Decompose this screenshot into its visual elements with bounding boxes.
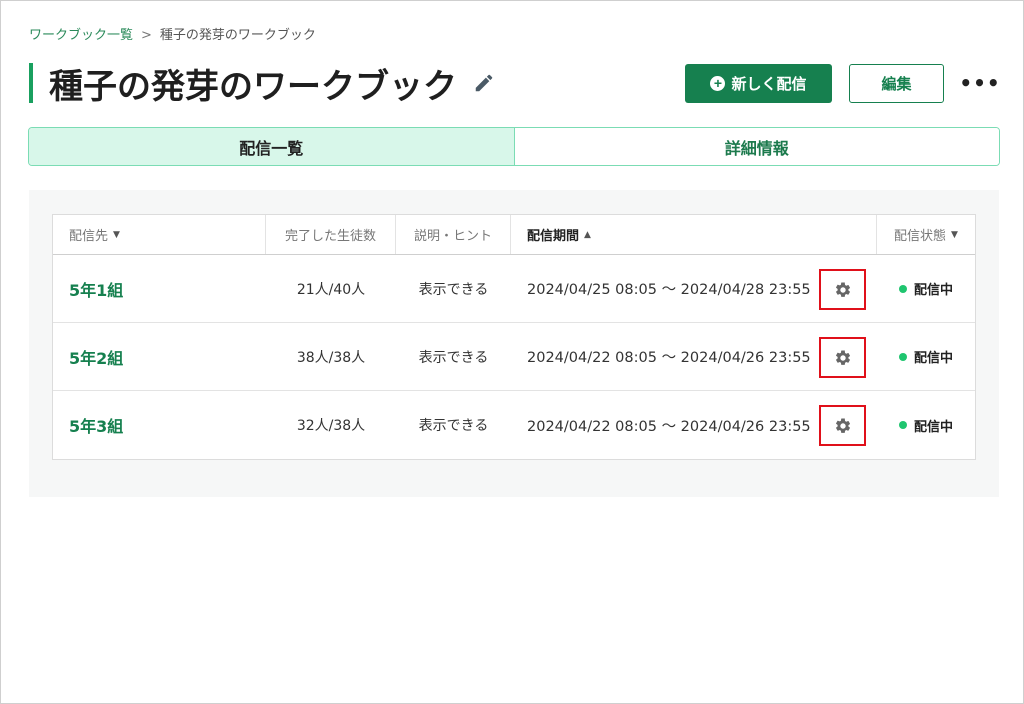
gear-icon[interactable] bbox=[819, 269, 866, 310]
delivery-period-text: 2024/04/25 08:05 〜 2024/04/28 23:55 bbox=[527, 282, 811, 298]
page-title: 種子の発芽のワークブック bbox=[49, 66, 457, 107]
edit-button[interactable]: 編集 bbox=[849, 64, 944, 103]
status-badge: 配信中 bbox=[913, 351, 953, 366]
caret-up-icon: ▲ bbox=[584, 229, 591, 240]
delivery-period-text: 2024/04/22 08:05 〜 2024/04/26 23:55 bbox=[527, 418, 811, 435]
more-dots-icon[interactable]: ••• bbox=[959, 71, 999, 95]
table-row: 5年3組 32人/38人 表示できる 2024/04/22 08:05 〜 20… bbox=[53, 391, 975, 459]
completed-count: 38人/38人 bbox=[296, 349, 366, 366]
table-row: 5年1組 21人/40人 表示できる 2024/04/25 08:05 〜 20… bbox=[53, 255, 975, 323]
delivery-panel: 配信先 ▼ 完了した生徒数 説明・ヒント 配信期間 ▲ 配信状態 ▼ 5年1組 21人… bbox=[29, 190, 999, 497]
breadcrumb-current: 種子の発芽のワークブック bbox=[159, 28, 316, 43]
caret-down-icon: ▼ bbox=[951, 229, 958, 240]
class-link[interactable]: 5年1組 bbox=[53, 255, 266, 322]
delivery-table: 配信先 ▼ 完了した生徒数 説明・ヒント 配信期間 ▲ 配信状態 ▼ 5年1組 21人… bbox=[52, 214, 976, 460]
status-badge: 配信中 bbox=[913, 283, 953, 298]
delivery-period-text: 2024/04/22 08:05 〜 2024/04/26 23:55 bbox=[527, 350, 811, 366]
completed-count: 32人/38人 bbox=[296, 418, 366, 434]
status-badge: 配信中 bbox=[913, 419, 953, 435]
delivery-period: 2024/04/22 08:05 〜 2024/04/26 23:55 bbox=[511, 323, 877, 390]
column-header-status[interactable]: 配信状態 ▼ bbox=[877, 215, 975, 254]
completed-count: 21人/40人 bbox=[296, 281, 366, 298]
tab-bar: 配信一覧 詳細情報 bbox=[28, 127, 1000, 166]
breadcrumb-workbook-list[interactable]: ワークブック一覧 bbox=[29, 28, 133, 43]
caret-down-icon: ▼ bbox=[113, 229, 120, 240]
page-frame: ワークブック一覧 > 種子の発芽のワークブック 種子の発芽のワークブック + 新しく… bbox=[0, 0, 1024, 704]
column-header-period[interactable]: 配信期間 ▲ bbox=[511, 215, 877, 254]
table-row: 5年2組 38人/38人 表示できる 2024/04/22 08:05 〜 20… bbox=[53, 323, 975, 391]
title-bar: 種子の発芽のワークブック bbox=[29, 63, 497, 107]
delivery-status: 配信中 bbox=[877, 255, 975, 322]
table-header: 配信先 ▼ 完了した生徒数 説明・ヒント 配信期間 ▲ 配信状態 ▼ bbox=[53, 215, 975, 255]
plus-circle-icon: + bbox=[710, 76, 726, 91]
breadcrumb: ワークブック一覧 > 種子の発芽のワークブック bbox=[29, 24, 316, 43]
column-header-hint: 説明・ヒント bbox=[396, 215, 511, 254]
gear-icon[interactable] bbox=[819, 337, 866, 378]
class-link[interactable]: 5年3組 bbox=[53, 391, 266, 459]
breadcrumb-separator: > bbox=[141, 28, 152, 43]
tab-delivery-list[interactable]: 配信一覧 bbox=[29, 128, 514, 165]
column-header-target[interactable]: 配信先 ▼ bbox=[53, 215, 266, 254]
new-delivery-button[interactable]: + 新しく配信 bbox=[685, 64, 832, 103]
hint-setting: 表示できる bbox=[418, 281, 489, 298]
status-dot bbox=[898, 352, 907, 361]
delivery-status: 配信中 bbox=[877, 391, 975, 459]
hint-setting: 表示できる bbox=[418, 349, 489, 366]
status-dot bbox=[898, 284, 907, 293]
pencil-icon[interactable] bbox=[473, 71, 497, 95]
class-link[interactable]: 5年2組 bbox=[53, 323, 266, 390]
tab-details[interactable]: 詳細情報 bbox=[513, 128, 999, 165]
delivery-status: 配信中 bbox=[877, 323, 975, 390]
new-delivery-label: 新しく配信 bbox=[731, 76, 807, 93]
delivery-period: 2024/04/25 08:05 〜 2024/04/28 23:55 bbox=[511, 255, 877, 322]
delivery-period: 2024/04/22 08:05 〜 2024/04/26 23:55 bbox=[511, 391, 877, 459]
title-accent-bar bbox=[29, 63, 33, 103]
hint-setting: 表示できる bbox=[418, 418, 489, 434]
status-dot bbox=[898, 421, 907, 429]
gear-icon[interactable] bbox=[819, 405, 866, 446]
column-header-completed: 完了した生徒数 bbox=[266, 215, 396, 254]
